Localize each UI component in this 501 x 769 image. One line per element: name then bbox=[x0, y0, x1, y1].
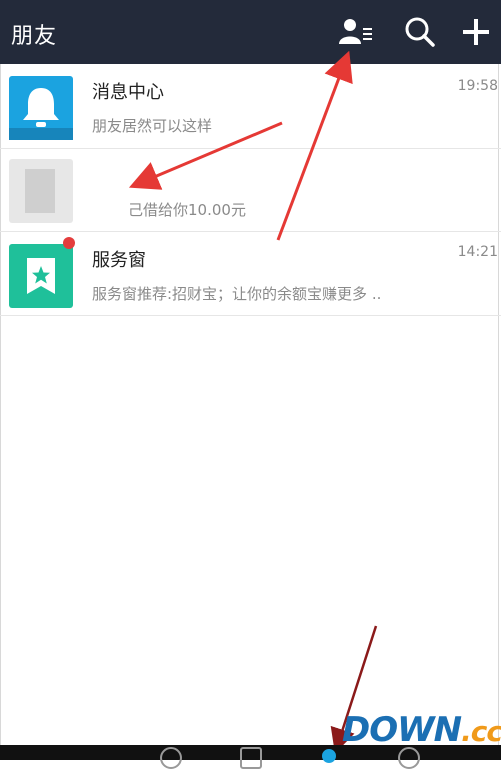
blurred-avatar-detail bbox=[25, 169, 55, 213]
unread-badge bbox=[63, 237, 75, 249]
contacts-button[interactable] bbox=[336, 12, 376, 52]
add-button[interactable] bbox=[456, 12, 496, 52]
conversation-name: 消息中心 bbox=[92, 82, 164, 103]
watermark-suffix: .cc bbox=[461, 715, 501, 748]
message-center-avatar bbox=[9, 76, 73, 140]
conversation-item-private[interactable]: 己借给你10.00元 bbox=[0, 149, 501, 232]
star-bookmark-icon bbox=[27, 258, 55, 294]
add-icon bbox=[463, 19, 489, 45]
conversation-item-message-center[interactable]: 消息中心 19:58 朋友居然可以这样 bbox=[0, 65, 501, 149]
top-bar: 朋友 bbox=[0, 0, 501, 64]
conversation-time: 19:58 bbox=[457, 78, 498, 94]
conversation-item-service-window[interactable]: 服务窗 14:21 服务窗推荐:招财宝；让你的余额宝赚更多 .. bbox=[0, 232, 501, 316]
contacts-icon bbox=[339, 19, 372, 44]
conversation-name: 服务窗 bbox=[92, 250, 146, 271]
conversation-preview: 己借给你10.00元 bbox=[128, 201, 246, 219]
tab-wallet-icon[interactable] bbox=[240, 747, 262, 769]
bell-icon bbox=[9, 88, 73, 140]
watermark-main: DOWN bbox=[342, 710, 462, 750]
conversation-preview: 朋友居然可以这样 bbox=[92, 117, 213, 135]
watermark-logo: DOWN.cc bbox=[342, 710, 501, 758]
conversation-preview: 服务窗推荐:招财宝；让你的余额宝赚更多 .. bbox=[92, 285, 382, 303]
search-button[interactable] bbox=[400, 12, 440, 52]
page-title: 朋友 bbox=[11, 24, 58, 49]
tab-home-icon[interactable] bbox=[160, 747, 182, 769]
conversation-time: 14:21 bbox=[457, 244, 498, 260]
search-icon bbox=[405, 17, 435, 47]
service-window-avatar bbox=[9, 244, 73, 308]
tab-friends-icon[interactable] bbox=[322, 749, 336, 763]
